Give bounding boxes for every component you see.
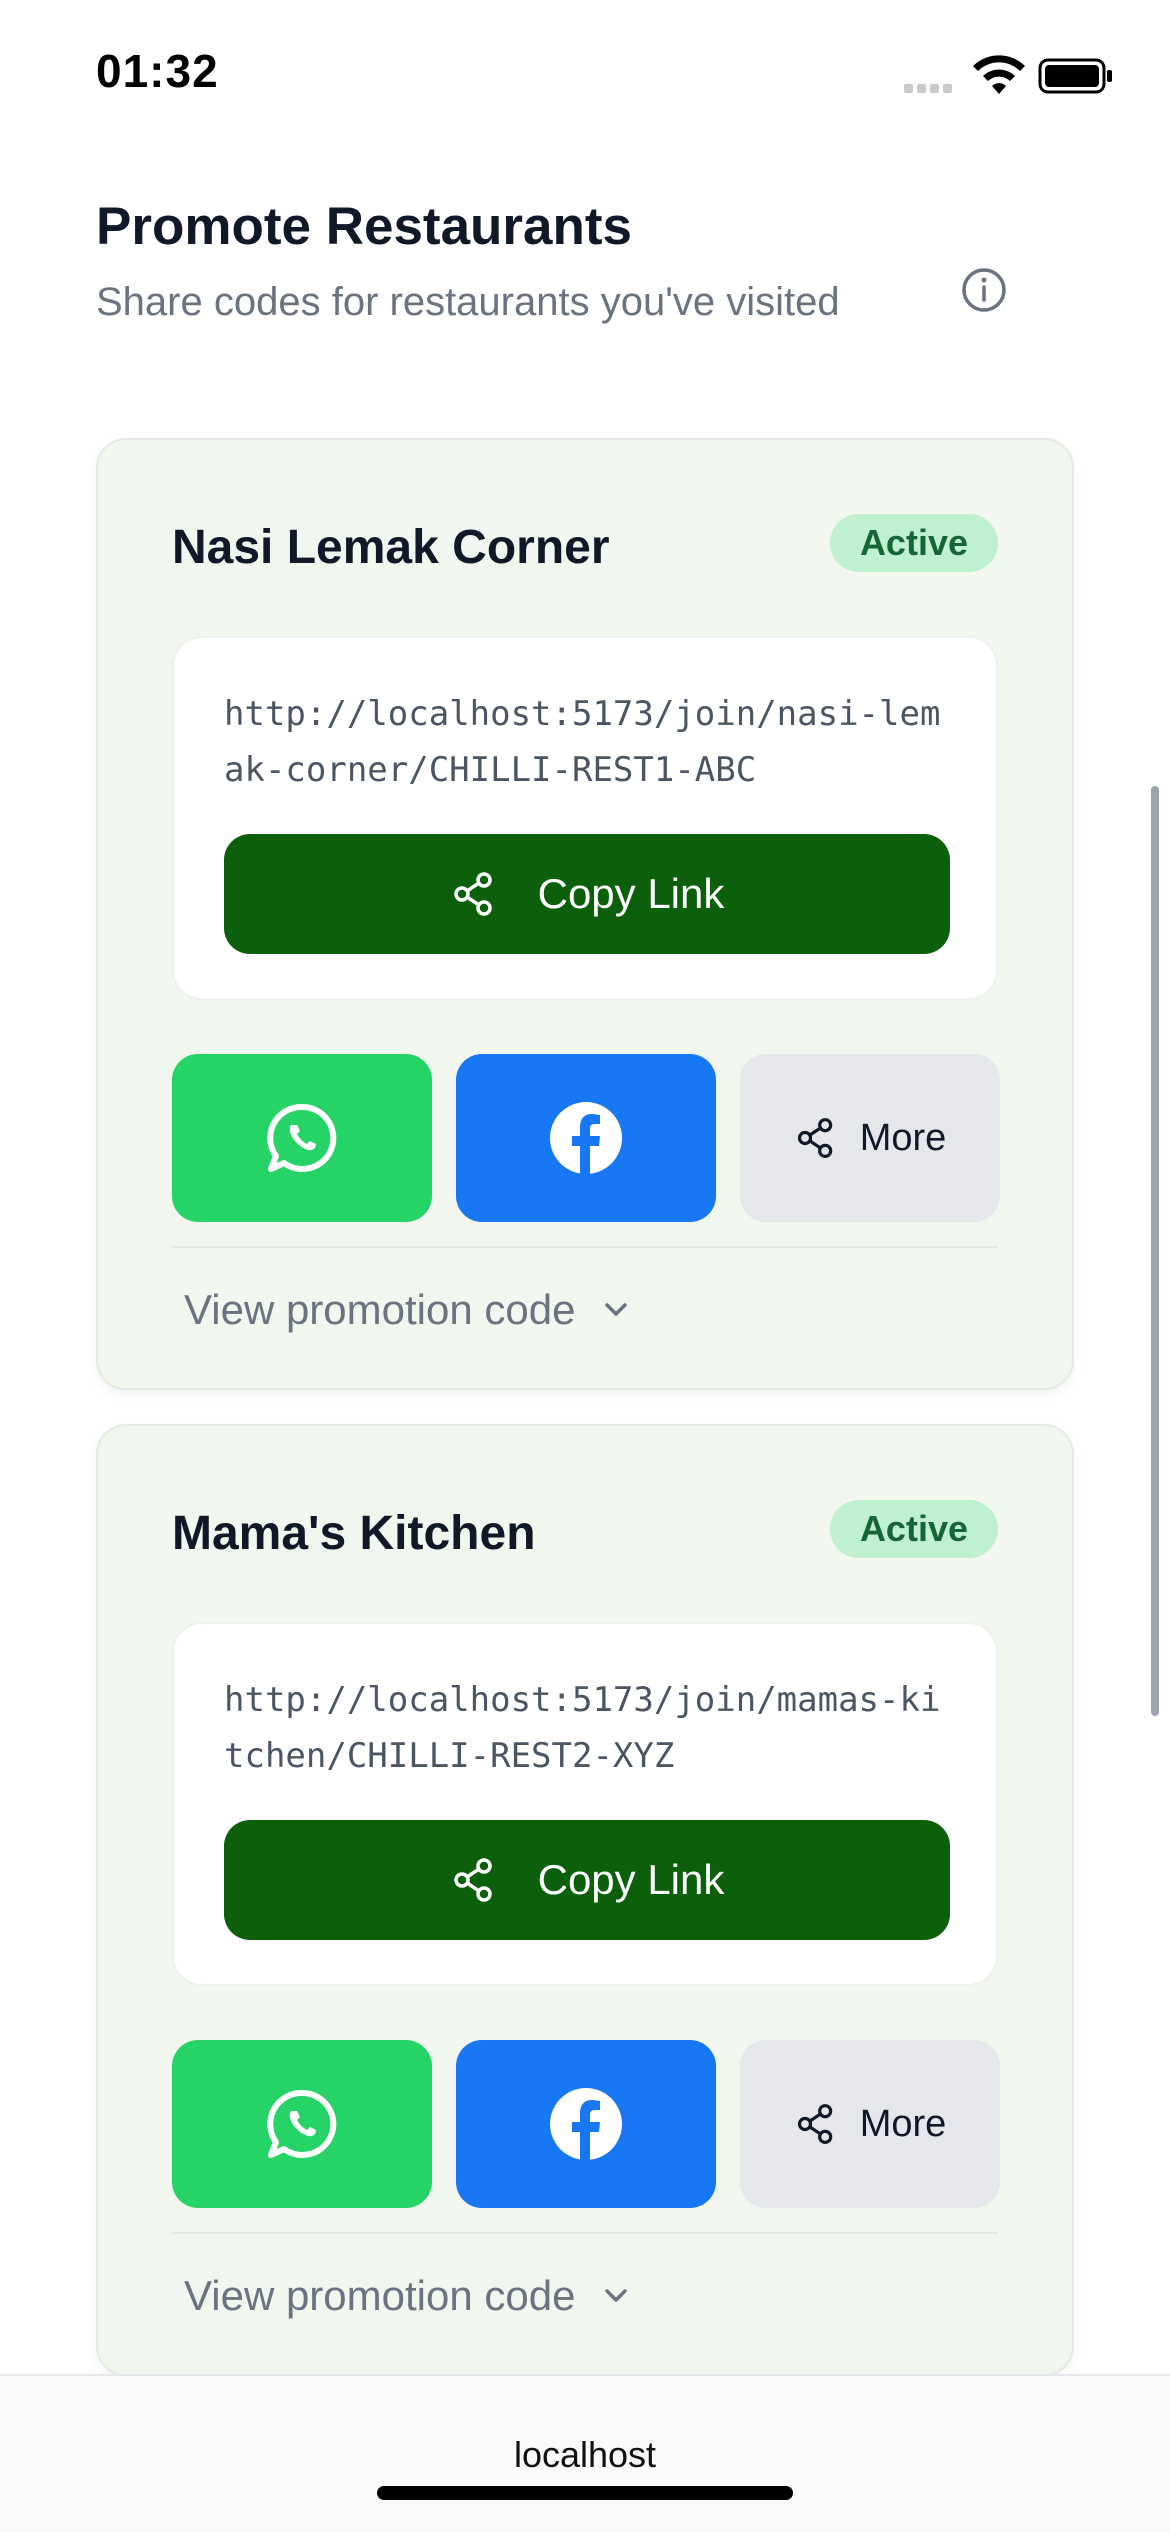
home-indicator[interactable] (377, 2486, 793, 2500)
screen: 01:32 Promote Restaurants Share codes fo… (0, 0, 1170, 2532)
info-icon[interactable] (960, 266, 1008, 314)
copy-link-label: Copy Link (537, 870, 725, 917)
browser-url-bar[interactable]: localhost (0, 2374, 1170, 2532)
view-promotion-code-label: View promotion code (184, 1286, 576, 1333)
url-host: localhost (513, 2434, 657, 2475)
view-promotion-code-toggle[interactable]: View promotion code (184, 1280, 633, 1340)
referral-link-url: http://localhost:5173/join/mamas-kitchen… (224, 1680, 941, 1776)
signal-icon (904, 80, 958, 93)
referral-link-box: http://localhost:5173/join/nasi-lemak-co… (172, 636, 998, 1000)
view-promotion-code-label: View promotion code (184, 2272, 576, 2319)
copy-link-button[interactable]: Copy Link (224, 1820, 950, 1940)
status-time: 01:32 (96, 45, 219, 97)
facebook-share-button[interactable] (456, 2040, 716, 2208)
whatsapp-icon (267, 1103, 337, 1172)
divider (172, 1246, 998, 1248)
referral-link-url: http://localhost:5173/join/nasi-lemak-co… (224, 694, 941, 790)
more-label: More (859, 1116, 947, 1159)
copy-link-button[interactable]: Copy Link (224, 834, 950, 954)
copy-link-label: Copy Link (537, 1856, 725, 1903)
more-share-button[interactable]: More (740, 1054, 1000, 1222)
chevron-down-icon (605, 2289, 628, 2302)
whatsapp-share-button[interactable] (172, 1054, 432, 1222)
share-icon (797, 2104, 832, 2144)
status-badge: Active (829, 514, 998, 572)
facebook-share-button[interactable] (456, 1054, 716, 1222)
restaurant-card: Nasi Lemak Corner Active http://localhos… (96, 438, 1074, 1390)
whatsapp-share-button[interactable] (172, 2040, 432, 2208)
chevron-down-icon (605, 1303, 628, 1316)
share-icon (453, 872, 492, 916)
page-subtitle: Share codes for restaurants you've visit… (96, 280, 840, 324)
more-label: More (859, 2102, 947, 2145)
scrollbar[interactable] (1151, 786, 1159, 1716)
share-buttons-row: More (172, 1054, 1002, 1222)
battery-icon (1038, 58, 1112, 94)
share-buttons-row: More (172, 2040, 1002, 2208)
status-badge: Active (829, 1500, 998, 1558)
restaurant-name: Nasi Lemak Corner (172, 521, 610, 574)
facebook-icon (550, 1102, 622, 1174)
share-icon (797, 1118, 832, 1158)
wifi-icon (973, 55, 1025, 94)
restaurant-name: Mama's Kitchen (172, 1507, 536, 1560)
referral-link-box: http://localhost:5173/join/mamas-kitchen… (172, 1622, 998, 1986)
divider (172, 2232, 998, 2234)
restaurant-card: Mama's Kitchen Active http://localhost:5… (96, 1424, 1074, 2376)
share-icon (453, 1858, 492, 1902)
facebook-icon (550, 2088, 622, 2160)
more-share-button[interactable]: More (740, 2040, 1000, 2208)
whatsapp-icon (267, 2089, 337, 2158)
view-promotion-code-toggle[interactable]: View promotion code (184, 2266, 633, 2326)
status-bar: 01:32 (0, 0, 1170, 140)
page-title: Promote Restaurants (96, 197, 633, 256)
